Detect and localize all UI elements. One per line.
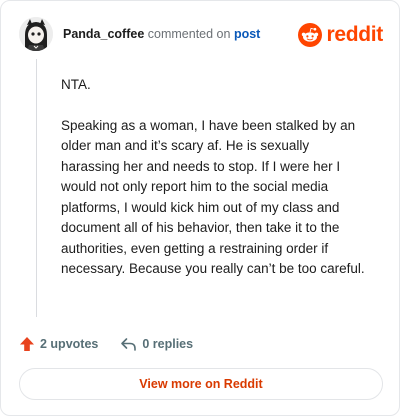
username-link[interactable]: Panda_coffee xyxy=(63,27,144,41)
upvote-arrow-icon xyxy=(20,337,34,351)
panda-avatar-icon xyxy=(19,17,53,51)
view-more-button[interactable]: View more on Reddit xyxy=(19,368,383,400)
replies-count: 0 replies xyxy=(142,337,194,351)
reddit-comment-embed: Panda_coffee commented on post reddit NT… xyxy=(0,0,400,416)
comment-paragraph: Speaking as a woman, I have been stalked… xyxy=(61,117,365,277)
comment-paragraph: NTA. xyxy=(61,77,91,92)
comment-body: NTA. Speaking as a woman, I have been st… xyxy=(61,75,371,300)
thread-line xyxy=(36,59,37,317)
comment-header: Panda_coffee commented on post reddit xyxy=(19,17,383,53)
byline: Panda_coffee commented on post xyxy=(63,27,260,41)
brand-wordmark: reddit xyxy=(326,23,383,46)
action-text: commented on xyxy=(147,27,231,41)
post-link[interactable]: post xyxy=(234,27,260,41)
upvotes-count: 2 upvotes xyxy=(40,337,99,351)
reply-arrow-icon xyxy=(121,338,137,351)
comment-stats: 2 upvotes 0 replies xyxy=(19,334,193,354)
reddit-snoo-icon xyxy=(298,23,323,47)
reply-button[interactable]: 0 replies xyxy=(120,336,193,352)
upvote-button[interactable]: 2 upvotes xyxy=(19,336,98,352)
avatar[interactable] xyxy=(19,17,53,51)
reddit-logo[interactable]: reddit xyxy=(298,21,383,49)
